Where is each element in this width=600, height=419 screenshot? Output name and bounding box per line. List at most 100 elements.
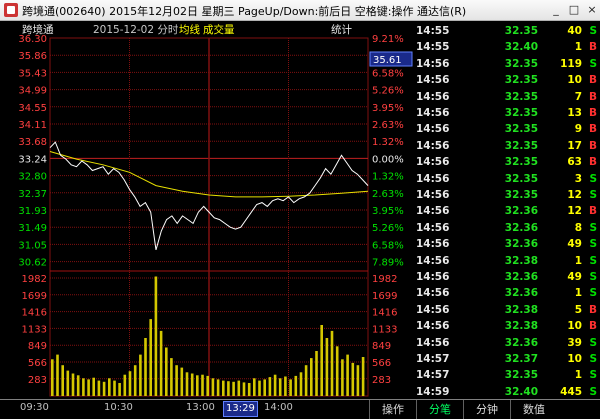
trade-time: 14:56 (416, 123, 450, 136)
tab-values[interactable]: 数值 (510, 400, 557, 419)
trade-volume: 40 (567, 25, 582, 37)
bottom-bar: 09:30 10:30 13:00 14:00 13:29 操作 分笔 分钟 数… (0, 399, 600, 419)
trade-volume: 3 (574, 172, 582, 185)
chart-date: 2015-12-02 分时 (93, 24, 179, 36)
price-tick-label: 34.99 (18, 86, 47, 97)
percent-tick-label: 7.89% (372, 258, 404, 269)
volume-bar (196, 375, 199, 396)
trade-row: 14:55 32.35 40 S (414, 23, 600, 40)
volume-bar (149, 319, 152, 396)
intraday-chart[interactable]: 跨境通 2015-12-02 分时 均线 成交量 统计 36.30 35.86 35… (0, 21, 413, 399)
trade-flag: B (588, 156, 597, 169)
trade-price: 32.35 (504, 189, 538, 201)
trade-flag: B (588, 41, 597, 54)
volume-bar (128, 371, 132, 396)
trade-flag: S (589, 221, 597, 234)
volume-tick-label: 849 (28, 341, 47, 352)
trade-ticks-panel[interactable]: 14:55 32.35 40 S 14:55 32.40 1 B 14:56 32.35 119 S 1… (414, 21, 600, 399)
volume-bar (51, 359, 54, 396)
volume-bar (304, 365, 308, 396)
time-label: 09:30 (20, 402, 49, 413)
percent-tick-label: 2.63% (372, 189, 404, 200)
close-button[interactable]: × (584, 3, 600, 17)
volume-bar (325, 338, 329, 396)
volume-bar (222, 380, 225, 396)
volume-bar (341, 359, 344, 396)
trade-row: 14:56 32.36 12 B (414, 203, 600, 220)
trade-volume: 9 (574, 123, 582, 136)
volume-tick-label: 1982 (372, 274, 397, 285)
trade-flag: S (589, 353, 597, 365)
volume-bar (356, 365, 360, 396)
trade-time: 14:56 (416, 238, 450, 251)
volume-bar (113, 380, 116, 396)
trade-time: 14:56 (416, 336, 450, 349)
trade-volume: 10 (567, 74, 582, 87)
price-tick-label: 34.55 (18, 103, 47, 114)
tab-ticks[interactable]: 分笔 (416, 400, 463, 419)
trade-volume: 5 (574, 303, 582, 316)
trade-flag: S (589, 172, 597, 185)
trade-volume: 12 (567, 189, 582, 201)
minimize-button[interactable]: _ (548, 3, 564, 17)
volume-bar (66, 370, 70, 396)
volume-tick-label: 566 (372, 358, 391, 369)
trade-row: 14:56 32.38 10 B (414, 318, 600, 335)
trade-time: 14:56 (416, 189, 450, 201)
trade-price: 32.36 (504, 287, 538, 300)
volume-bar (258, 380, 261, 396)
price-tick-label: 30.62 (18, 258, 47, 269)
trade-time: 14:56 (416, 107, 450, 119)
volume-bar (76, 375, 80, 396)
volume-tick-label: 1133 (372, 324, 397, 335)
trade-time: 14:56 (416, 254, 450, 267)
trade-flag: S (589, 271, 597, 283)
trade-time: 14:56 (416, 57, 450, 70)
trade-row: 14:56 32.36 8 S (414, 220, 600, 237)
trade-flag: B (588, 205, 597, 218)
trade-row: 14:56 32.36 1 S (414, 285, 600, 302)
trade-row: 14:56 32.38 1 S (414, 253, 600, 270)
maximize-button[interactable]: □ (566, 3, 582, 17)
volume-bar (139, 354, 142, 396)
trade-price: 32.35 (504, 74, 538, 87)
volume-tick-label: 1699 (22, 291, 47, 302)
volume-tick-label: 849 (372, 341, 391, 352)
trade-time: 14:56 (416, 90, 450, 103)
percent-tick-label: 5.26% (372, 86, 404, 97)
volume-tick-label: 1416 (372, 308, 397, 319)
volume-bar (315, 351, 318, 396)
trade-price: 32.35 (504, 107, 538, 119)
trade-flag: B (588, 320, 597, 333)
price-axis-left: 36.30 35.86 35.43 34.99 34.55 34.11 33.68 33.24… (18, 34, 47, 269)
tab-operate[interactable]: 操作 (369, 400, 416, 419)
trade-time: 14:56 (416, 74, 450, 87)
trade-row: 14:55 32.40 1 B (414, 39, 600, 56)
volume-bar (97, 380, 101, 396)
trade-price: 32.38 (504, 320, 538, 333)
cursor-time: 13:29 (223, 401, 258, 417)
time-label: 13:00 (186, 402, 215, 413)
stats-button[interactable]: 统计 (331, 23, 352, 36)
trade-price: 32.35 (504, 139, 538, 152)
trade-volume: 8 (574, 221, 582, 234)
trade-flag: S (589, 25, 597, 37)
price-tick-label: 35.86 (18, 51, 47, 62)
volume-bar (159, 330, 163, 396)
trade-flag: S (589, 369, 597, 382)
price-tick-label: 33.68 (18, 137, 47, 148)
percent-tick-label: 5.26% (372, 223, 404, 234)
trade-volume: 119 (560, 57, 582, 70)
trade-row: 14:56 32.36 49 S (414, 236, 600, 253)
trade-price: 32.36 (504, 238, 538, 251)
trade-flag: S (589, 254, 597, 267)
trade-price: 32.35 (504, 90, 538, 103)
title-bar: 跨境通(002640) 2015年12月02日 星期三 PageUp/Down:… (0, 0, 600, 21)
trade-price: 32.35 (504, 369, 538, 382)
volume-bar (227, 381, 230, 396)
trade-row: 14:56 32.35 13 B (414, 105, 600, 122)
tab-minutes[interactable]: 分钟 (463, 400, 510, 419)
trade-time: 14:55 (416, 25, 450, 37)
volume-label: 成交量 (203, 23, 235, 36)
trade-price: 32.35 (504, 156, 538, 169)
